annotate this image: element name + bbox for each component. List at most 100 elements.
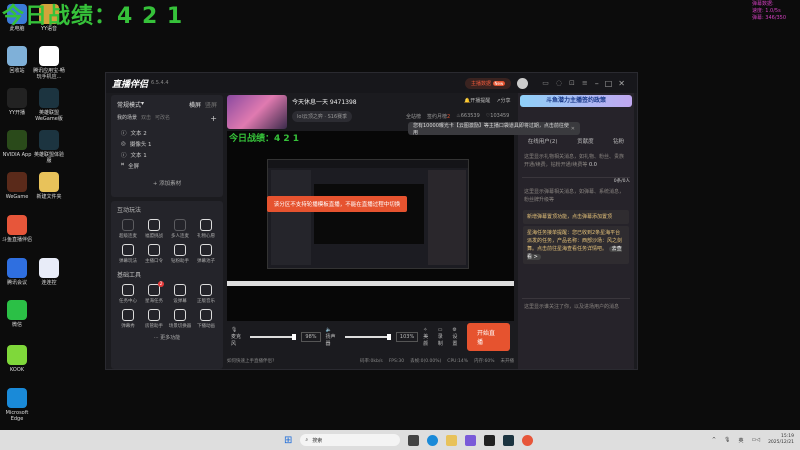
mic-tray-icon[interactable]: 🎙 — [724, 437, 730, 443]
help-link[interactable]: 如何快速上手直播伴侣? — [227, 358, 274, 364]
add-source-button[interactable]: + 添加素材 — [111, 179, 223, 187]
desktop-icon[interactable]: 腾讯应用宝-畅玩手机应... — [33, 46, 65, 80]
promo-banner[interactable]: 斗鱼潜力主播签约政策 — [520, 95, 632, 107]
tool-button[interactable]: 房管助手 — [141, 307, 167, 329]
desktop-icon-label: 英雄联盟WeGame版 — [35, 110, 63, 122]
desktop-icon[interactable]: YY开播 — [1, 88, 33, 116]
source-item[interactable]: ⓘ 文本 1 — [111, 149, 223, 160]
source-item[interactable]: ◎ 摄像头 1 — [111, 138, 223, 149]
add-scene-icon[interactable]: + — [210, 114, 217, 123]
portrait-toggle[interactable]: 竖屏 — [205, 100, 217, 109]
fps: FPS:30 — [388, 358, 405, 364]
speaker-slider[interactable] — [344, 334, 391, 340]
stream-preview[interactable]: 今日战绩：4 2 1 该分区不支持轮播模板直播，不能在直播过程中切换 — [227, 131, 514, 321]
app-icon — [7, 46, 27, 66]
tool-button[interactable]: 弹幕秀 — [115, 307, 141, 329]
expiry-tip[interactable]: 您有10000曝光卡【云图激励】等主播口袋道具即将过期，点击前往使用 ✕ — [408, 122, 580, 136]
room-title[interactable]: 今天休息一天 9471398 — [292, 97, 357, 106]
preview-score: 今日战绩：4 2 1 — [229, 134, 300, 144]
scene-tab[interactable]: 双击 — [141, 114, 151, 123]
desktop-icon[interactable]: 连连控 — [33, 258, 65, 286]
desktop-icon[interactable]: KOOK — [1, 345, 33, 373]
host-data-button[interactable]: 主播数据 New — [464, 77, 512, 89]
desktop-icon[interactable]: 微信 — [1, 300, 33, 328]
room-cover[interactable] — [227, 95, 287, 129]
desktop-icon[interactable]: NVIDIA App — [1, 130, 33, 158]
tool-button[interactable]: 钻粉助手 — [167, 242, 193, 264]
scene-tab-mine[interactable]: 我的场景 — [117, 114, 137, 123]
landscape-toggle[interactable]: 横屏 — [189, 100, 201, 109]
remind-button[interactable]: 🔔开播提醒 — [464, 97, 490, 104]
tool-button[interactable]: 礼物心愿 — [193, 217, 219, 239]
start-live-button[interactable]: 开始直播 — [466, 323, 510, 351]
tool-button[interactable]: 主播口令 — [141, 242, 167, 264]
lol-icon[interactable] — [503, 434, 515, 446]
desktop-icon[interactable]: 新建文件夹 — [33, 172, 65, 200]
tool-icon — [122, 284, 134, 296]
scene-tab[interactable]: 可改名 — [155, 114, 170, 123]
start-icon[interactable]: ⊞ — [284, 435, 292, 446]
tool-button[interactable]: 弹幕池子 — [193, 242, 219, 264]
tool-button[interactable]: 超级连麦 — [115, 217, 141, 239]
tab-diamond-fans[interactable]: 钻粉 — [613, 137, 624, 145]
gift-placeholder: 这里显示礼物相关消息，如礼物、粉丝、贵族开通/续费，钻粉开通/续费等 — [524, 154, 625, 168]
tab-contribution[interactable]: 贡献度 — [577, 137, 594, 145]
stat-line: 弹幕: 346/350 — [752, 15, 787, 21]
tool-button[interactable]: 下播动画 — [193, 307, 219, 329]
tool-button[interactable]: 场景切换器 — [167, 307, 193, 329]
room-category[interactable]: lol云顶之弈 · S16赛季 — [292, 111, 353, 122]
desktop-icon[interactable]: 回收站 — [1, 46, 33, 74]
tool-button[interactable]: 多人连麦 — [167, 217, 193, 239]
avatar[interactable] — [517, 77, 529, 89]
app-icon[interactable] — [465, 434, 477, 446]
mode-dropdown[interactable]: 常规模式 — [117, 100, 141, 109]
tool-button[interactable]: 设弹幕 — [167, 282, 193, 304]
interactive-title: 互动玩法 — [117, 207, 142, 214]
close-icon[interactable]: ✕ — [571, 126, 575, 132]
tool-button[interactable]: 弹幕玩法 — [115, 242, 141, 264]
window-controls[interactable]: –□✕ — [595, 79, 631, 88]
beauty-button[interactable]: ✧ 美颜 — [423, 327, 433, 347]
fullscreen-icon: ⌗ — [121, 162, 125, 168]
stat-line: 弹幕数据: — [752, 1, 774, 7]
tool-button[interactable]: 正版音乐 — [193, 282, 219, 304]
more-features-button[interactable]: ··· 更多功能 — [111, 334, 223, 341]
sign-rank[interactable]: 签约月榜2 — [427, 113, 450, 120]
tool-label: 福盟挑战 — [145, 234, 163, 239]
mic-volume[interactable]: 98% — [301, 332, 321, 342]
douyu-icon[interactable] — [522, 434, 534, 446]
source-item[interactable]: ⓘ 文本 2 — [111, 127, 223, 138]
desktop-icon[interactable]: 斗鱼直播伴侣 — [1, 215, 33, 243]
folder-icon[interactable] — [446, 434, 458, 446]
tool-button[interactable]: 福盟挑战 — [141, 217, 167, 239]
speaker-button[interactable]: 🔈 扬声器 — [326, 327, 340, 347]
nested-taskbar — [227, 281, 514, 286]
settings-button[interactable]: ⚙ 设置 — [452, 327, 462, 347]
chevron-up-icon[interactable]: ^ — [712, 437, 716, 443]
mic-button[interactable]: 🎙 麦克风 — [231, 327, 245, 347]
search-box[interactable]: ⌕ 搜索 — [300, 434, 401, 446]
mic-slider[interactable] — [250, 334, 297, 340]
language-indicator[interactable]: 英 — [738, 437, 743, 444]
record-button[interactable]: ▭ 录制 — [438, 327, 448, 347]
desktop-icon[interactable]: 英雄联盟体验服 — [33, 130, 65, 164]
desktop-icon[interactable]: Microsoft Edge — [1, 388, 33, 422]
source-item[interactable]: ⌗ 全屏 — [111, 160, 223, 171]
tab-online-users[interactable]: 在线用户(2) — [528, 137, 558, 145]
pin-notice[interactable]: 新增弹幕置顶功能，点击弹幕添加置顶 — [523, 210, 629, 224]
tool-button[interactable]: 任务中心 — [115, 282, 141, 304]
task-view-icon[interactable] — [408, 434, 420, 446]
desktop-icon[interactable]: WeGame — [1, 172, 33, 200]
speaker-volume[interactable]: 103% — [395, 332, 419, 342]
bitrate: 码率:0kb/s — [360, 359, 383, 364]
window-tools[interactable]: ▭◌⊡≡ — [542, 79, 594, 87]
rank-all[interactable]: 全站榜 — [406, 113, 421, 120]
wegame-icon[interactable] — [484, 434, 496, 446]
share-button[interactable]: ↗分享 — [496, 97, 510, 104]
tool-button[interactable]: 2 星海任务 — [141, 281, 167, 304]
desktop-icon[interactable]: 英雄联盟WeGame版 — [33, 88, 65, 122]
edge-icon[interactable] — [427, 434, 439, 446]
desktop-icon[interactable]: 腾讯会议 — [1, 258, 33, 286]
network-icon[interactable]: ▭◁ — [751, 437, 760, 443]
clock[interactable]: 15:19 2025/12/21 — [768, 434, 794, 446]
